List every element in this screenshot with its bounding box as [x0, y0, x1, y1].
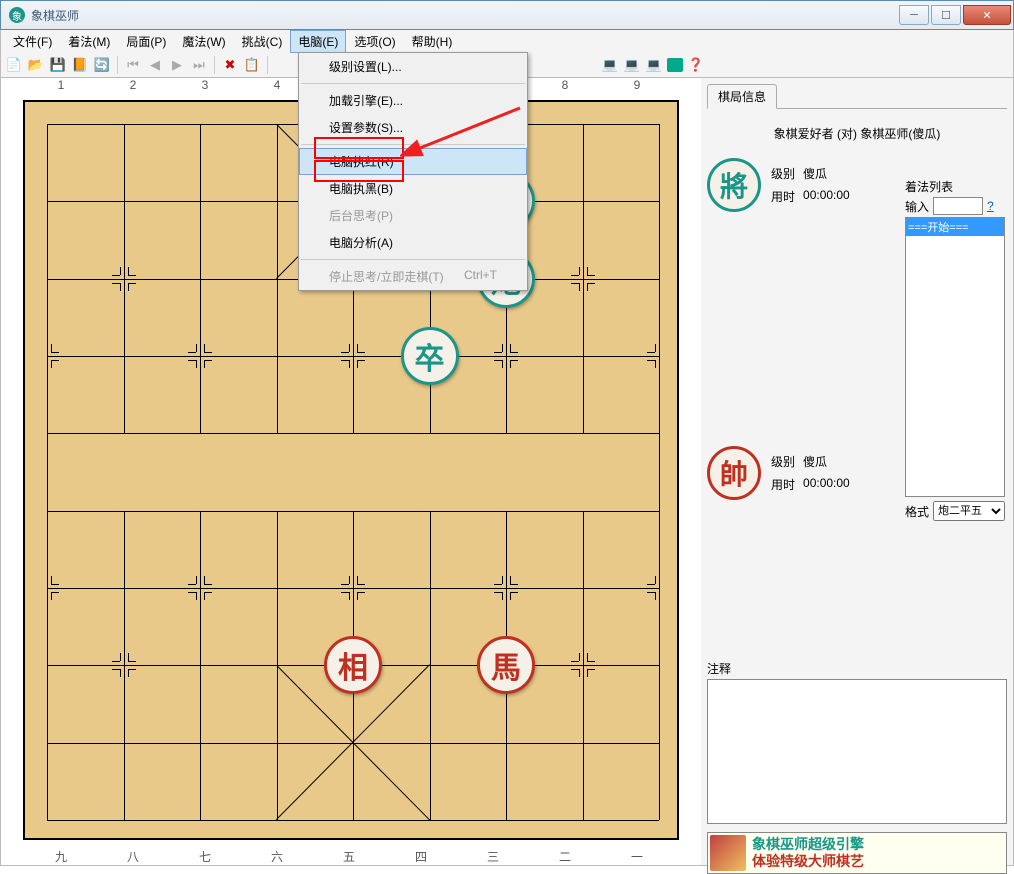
separator: [214, 56, 215, 74]
notes-label: 注释: [707, 660, 1007, 677]
next-icon[interactable]: ▶: [168, 56, 186, 74]
open-icon[interactable]: 📂: [27, 56, 45, 74]
menu-0[interactable]: 文件(F): [5, 30, 60, 53]
coords-bottom: 九八七六五四三二一: [1, 848, 673, 865]
prev-icon[interactable]: ◀: [146, 56, 164, 74]
notes-area: 注释: [707, 660, 1007, 824]
tab-gameinfo[interactable]: 棋局信息: [707, 84, 777, 109]
minimize-button[interactable]: ─: [899, 5, 929, 25]
device3-icon[interactable]: 💻: [645, 56, 663, 74]
time-value: 00:00:00: [803, 188, 850, 205]
black-king-icon: 將: [707, 158, 761, 212]
piece-馬[interactable]: 馬: [477, 636, 535, 694]
red-highlight-2: [314, 160, 404, 182]
menu-bar: 文件(F)着法(M)局面(P)魔法(W)挑战(C)电脑(E)选项(O)帮助(H): [0, 30, 1014, 52]
menu-4[interactable]: 挑战(C): [234, 30, 291, 53]
dropdown-item-0[interactable]: 级别设置(L)...: [299, 53, 527, 80]
moves-box: 着法列表 输入 ? ===开始=== 格式 炮二平五: [905, 178, 1005, 521]
monitor-icon[interactable]: [667, 58, 683, 72]
level-value: 傻瓜: [803, 453, 827, 470]
red-highlight-1: [314, 137, 404, 159]
app-title: 象棋巫师: [31, 7, 79, 24]
red-arrow: [400, 100, 530, 170]
piece-卒[interactable]: 卒: [401, 327, 459, 385]
move-input[interactable]: [933, 197, 983, 215]
ad-line2: 体验特级大师棋艺: [752, 853, 864, 870]
format-label: 格式: [905, 503, 929, 520]
side-panel: 棋局信息 象棋爱好者 (对) 象棋巫师(傻瓜) 將 级别傻瓜 用时00:00:0…: [701, 78, 1013, 865]
level-label: 级别: [771, 453, 795, 470]
separator: [267, 56, 268, 74]
new-icon[interactable]: 📄: [5, 56, 23, 74]
moves-start[interactable]: ===开始===: [906, 218, 1004, 236]
moves-label: 着法列表: [905, 178, 1005, 195]
cancel-icon[interactable]: ✖: [221, 56, 239, 74]
dropdown-item-7: 停止思考/立即走棋(T)Ctrl+T: [299, 263, 527, 290]
time-value: 00:00:00: [803, 476, 850, 493]
dropdown-item-6[interactable]: 电脑分析(A): [299, 229, 527, 256]
piece-相[interactable]: 相: [324, 636, 382, 694]
menu-5[interactable]: 电脑(E): [290, 30, 346, 53]
first-icon[interactable]: ⏮: [124, 56, 142, 74]
book-icon[interactable]: 📙: [71, 56, 89, 74]
app-icon: 象: [9, 7, 25, 23]
paste-icon[interactable]: 📋: [243, 56, 261, 74]
notes-textarea[interactable]: [707, 679, 1007, 824]
help-link[interactable]: ?: [987, 199, 994, 213]
time-label: 用时: [771, 188, 795, 205]
ad-banner[interactable]: 象棋巫师超级引擎 体验特级大师棋艺: [707, 832, 1007, 874]
dropdown-item-5: 后台思考(P): [299, 202, 527, 229]
device-icon[interactable]: 💻: [601, 56, 619, 74]
level-value: 傻瓜: [803, 165, 827, 182]
menu-1[interactable]: 着法(M): [60, 30, 118, 53]
ad-line1: 象棋巫师超级引擎: [752, 836, 864, 853]
save-icon[interactable]: 💾: [49, 56, 67, 74]
menu-2[interactable]: 局面(P): [118, 30, 174, 53]
title-bar: 象 象棋巫师 ─ ☐ ✕: [0, 0, 1014, 30]
input-label: 输入: [905, 198, 929, 215]
level-label: 级别: [771, 165, 795, 182]
ad-image: [710, 835, 746, 871]
maximize-button[interactable]: ☐: [931, 5, 961, 25]
separator: [117, 56, 118, 74]
time-label: 用时: [771, 476, 795, 493]
last-icon[interactable]: ⏭: [190, 56, 208, 74]
help-icon[interactable]: ❓: [687, 56, 705, 74]
window-buttons: ─ ☐ ✕: [899, 5, 1013, 25]
close-button[interactable]: ✕: [963, 5, 1011, 25]
format-select[interactable]: 炮二平五: [933, 501, 1005, 521]
refresh-icon[interactable]: 🔄: [93, 56, 111, 74]
menu-3[interactable]: 魔法(W): [174, 30, 233, 53]
menu-6[interactable]: 选项(O): [346, 30, 403, 53]
red-king-icon: 帥: [707, 446, 761, 500]
menu-7[interactable]: 帮助(H): [404, 30, 461, 53]
match-info: 象棋爱好者 (对) 象棋巫师(傻瓜): [707, 125, 1007, 142]
moves-list[interactable]: ===开始===: [905, 217, 1005, 497]
device2-icon[interactable]: 💻: [623, 56, 641, 74]
